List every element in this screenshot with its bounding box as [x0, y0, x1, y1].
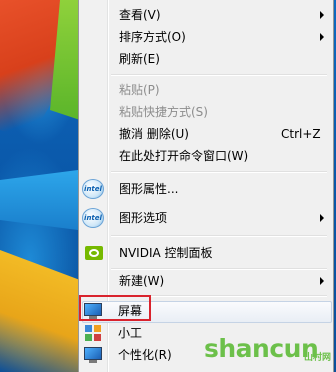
menu-item-undo-delete[interactable]: 撤消 删除(U) Ctrl+Z	[79, 123, 333, 145]
monitor-icon	[84, 347, 102, 363]
menu-item-label: 图形选项	[119, 211, 168, 225]
gadget-icon	[85, 325, 101, 341]
menu-item-label: 查看(V)	[119, 8, 161, 22]
menu-item-label: NVIDIA 控制面板	[119, 246, 213, 260]
menu-item-open-command-window[interactable]: 在此处打开命令窗口(W)	[79, 145, 333, 167]
windows-logo-yellow-pane	[0, 250, 80, 372]
watermark-text: shancun	[204, 334, 319, 363]
menu-separator	[111, 235, 327, 237]
menu-item-paste: 粘贴(P)	[79, 79, 333, 101]
menu-item-label: 排序方式(O)	[119, 30, 186, 44]
menu-item-sort-by[interactable]: 排序方式(O)	[79, 26, 333, 48]
menu-item-label: 粘贴(P)	[119, 83, 160, 97]
submenu-arrow-icon	[320, 33, 324, 41]
site-watermark: shancun 山村网	[204, 334, 334, 370]
menu-item-label: 粘贴快捷方式(S)	[119, 105, 208, 119]
menu-item-label: 刷新(E)	[119, 52, 160, 66]
menu-item-graphics-options[interactable]: intel 图形选项	[79, 207, 333, 229]
menu-item-label: 个性化(R)	[118, 348, 172, 362]
annotation-highlight-box	[79, 295, 151, 321]
menu-separator	[111, 74, 327, 76]
menu-item-shortcut: Ctrl+Z	[281, 127, 321, 141]
menu-item-refresh[interactable]: 刷新(E)	[79, 48, 333, 70]
submenu-arrow-icon	[320, 11, 324, 19]
menu-item-label: 小工	[118, 326, 143, 340]
menu-item-paste-shortcut: 粘贴快捷方式(S)	[79, 101, 333, 123]
menu-item-nvidia-control-panel[interactable]: NVIDIA 控制面板	[79, 242, 333, 264]
menu-item-view[interactable]: 查看(V)	[79, 4, 333, 26]
menu-item-label: 撤消 删除(U)	[119, 127, 189, 141]
windows-logo-blue-pane	[0, 170, 78, 230]
intel-icon: intel	[82, 179, 104, 199]
submenu-arrow-icon	[320, 214, 324, 222]
submenu-arrow-icon	[320, 277, 324, 285]
menu-item-label: 在此处打开命令窗口(W)	[119, 149, 249, 163]
menu-item-new[interactable]: 新建(W)	[79, 270, 333, 292]
nvidia-icon	[85, 246, 103, 260]
intel-icon: intel	[82, 208, 104, 228]
menu-item-graphics-properties[interactable]: intel 图形属性...	[79, 178, 333, 200]
menu-item-label: 图形属性...	[119, 182, 179, 196]
menu-separator	[111, 171, 327, 173]
watermark-subtext: 山村网	[304, 353, 332, 363]
menu-item-label: 新建(W)	[119, 274, 165, 288]
